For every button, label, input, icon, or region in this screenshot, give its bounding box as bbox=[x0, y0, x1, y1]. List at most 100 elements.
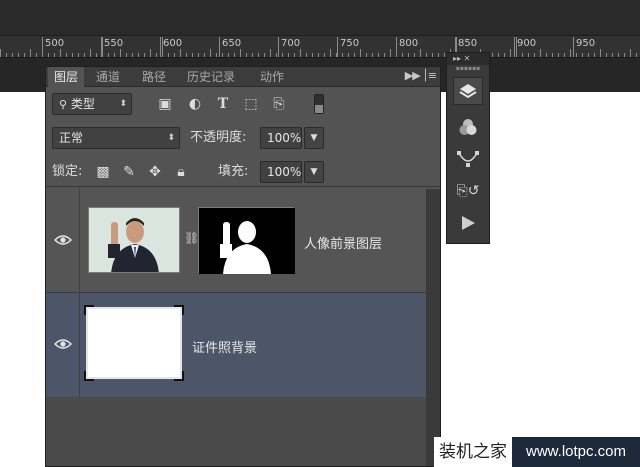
ruler-label: 750 bbox=[340, 38, 360, 49]
ruler-label: 950 bbox=[576, 38, 596, 49]
ruler-label: 550 bbox=[104, 38, 124, 49]
tab-actions[interactable]: 动作 bbox=[254, 67, 290, 87]
eye-icon[interactable] bbox=[54, 233, 72, 247]
chevron-updown-icon: ⬍ bbox=[119, 99, 127, 109]
lock-all-icon[interactable]: 🔒︎ bbox=[172, 163, 190, 181]
application-bar bbox=[0, 0, 640, 36]
ruler-label: 850 bbox=[458, 38, 478, 49]
ruler-tick bbox=[558, 53, 559, 57]
tab-paths[interactable]: 路径 bbox=[136, 67, 172, 87]
ruler-tick bbox=[384, 53, 385, 57]
ruler-tick bbox=[48, 53, 49, 57]
lock-transparent-pixels-icon[interactable]: ▩ bbox=[94, 163, 112, 181]
ruler-tick bbox=[198, 53, 199, 57]
opacity-input[interactable]: 100% bbox=[260, 127, 302, 149]
layer-mask-thumbnail[interactable] bbox=[198, 207, 295, 274]
ruler-tick bbox=[114, 53, 115, 57]
ruler-major-tick bbox=[514, 37, 515, 57]
ruler-tick bbox=[618, 53, 619, 57]
ruler-tick bbox=[222, 53, 223, 57]
ruler-tick bbox=[570, 49, 571, 57]
ruler-tick bbox=[282, 53, 283, 57]
ruler-tick bbox=[60, 49, 61, 57]
layers-panel: 图层 通道 路径 历史记录 动作 ▶▶ │≡ ⚲ 类型 ⬍ ▣ ◐ T ⬚ ⎘ … bbox=[45, 66, 441, 467]
lock-row: 锁定: ▩ ✎ ✥ 🔒︎ 填充: 100% ▼ bbox=[46, 157, 440, 187]
filter-toggle-switch[interactable] bbox=[314, 94, 324, 114]
ruler-major-tick bbox=[101, 37, 102, 57]
ruler-tick bbox=[270, 49, 271, 57]
ruler-tick bbox=[294, 53, 295, 57]
eye-icon[interactable] bbox=[54, 337, 72, 351]
ruler-major-tick bbox=[219, 37, 220, 57]
ruler-tick bbox=[204, 53, 205, 57]
ruler-tick bbox=[30, 49, 31, 57]
ruler-major-tick bbox=[337, 37, 338, 57]
filter-kind-select[interactable]: ⚲ 类型 ⬍ bbox=[52, 93, 132, 115]
watermark-url: www.lotpc.com bbox=[512, 437, 640, 467]
ruler-tick bbox=[150, 49, 151, 57]
ruler-tick bbox=[582, 53, 583, 57]
layer-name[interactable]: 人像前景图层 bbox=[304, 233, 382, 252]
ruler-label: 800 bbox=[399, 38, 419, 49]
layer-thumbnail[interactable] bbox=[84, 305, 184, 381]
lock-position-icon[interactable]: ✥ bbox=[146, 163, 164, 181]
layer-thumbnail[interactable] bbox=[88, 207, 180, 273]
layers-panel-icon[interactable] bbox=[453, 77, 483, 105]
pixel-layer-filter-icon[interactable]: ▣ bbox=[156, 95, 174, 113]
ruler-tick bbox=[330, 49, 331, 57]
ruler-tick bbox=[600, 49, 601, 57]
ruler-tick bbox=[120, 49, 121, 57]
ruler-tick bbox=[54, 53, 55, 57]
history-panel-icon[interactable]: ⎘↺ bbox=[453, 177, 483, 205]
ruler-tick bbox=[636, 53, 637, 57]
ruler-tick bbox=[522, 53, 523, 57]
ruler-tick bbox=[144, 53, 145, 57]
ruler-tick bbox=[234, 53, 235, 57]
paths-panel-icon[interactable] bbox=[453, 145, 483, 173]
layer-row[interactable]: ⛓ 人像前景图层 bbox=[46, 189, 426, 293]
ruler-tick bbox=[438, 53, 439, 57]
watermark-brand: 装机之家 bbox=[434, 437, 512, 467]
chevron-updown-icon: ⬍ bbox=[167, 133, 175, 143]
ruler-tick bbox=[630, 49, 631, 57]
layers-list: ⛓ 人像前景图层 证件照背景 bbox=[46, 189, 440, 466]
lock-image-pixels-icon[interactable]: ✎ bbox=[120, 163, 138, 181]
ruler-tick bbox=[492, 53, 493, 57]
ruler-tick bbox=[498, 53, 499, 57]
filter-kind-value: 类型 bbox=[70, 97, 95, 111]
tab-history[interactable]: 历史记录 bbox=[181, 67, 241, 87]
dock-grip[interactable]: ▪▪▪▪▪▪ bbox=[447, 65, 489, 73]
smart-object-filter-icon[interactable]: ⎘ bbox=[270, 95, 288, 113]
channels-panel-icon[interactable] bbox=[453, 113, 483, 141]
opacity-dropdown-button[interactable]: ▼ bbox=[304, 127, 324, 149]
ruler-major-tick bbox=[278, 37, 279, 57]
ruler-tick bbox=[168, 53, 169, 57]
ruler-tick bbox=[366, 53, 367, 57]
dock-header[interactable]: ▸▸ ✕ bbox=[447, 53, 489, 65]
actions-panel-icon[interactable] bbox=[453, 209, 483, 237]
layer-name[interactable]: 证件照背景 bbox=[192, 337, 257, 356]
ruler-label: 900 bbox=[517, 38, 537, 49]
blend-mode-select[interactable]: 正常 ⬍ bbox=[52, 127, 180, 149]
ruler-tick bbox=[546, 53, 547, 57]
fill-input[interactable]: 100% bbox=[260, 161, 302, 183]
ruler-tick bbox=[72, 53, 73, 57]
adjustment-layer-filter-icon[interactable]: ◐ bbox=[186, 95, 204, 113]
layers-scrollbar[interactable] bbox=[426, 189, 440, 466]
ruler-tick bbox=[246, 53, 247, 57]
ruler-tick bbox=[108, 53, 109, 57]
ruler-tick bbox=[24, 53, 25, 57]
fill-dropdown-button[interactable]: ▼ bbox=[304, 161, 324, 183]
type-layer-filter-icon[interactable]: T bbox=[214, 95, 232, 113]
tab-layers[interactable]: 图层 bbox=[48, 67, 85, 87]
ruler-tick bbox=[264, 53, 265, 57]
link-icon[interactable]: ⛓ bbox=[184, 231, 199, 247]
shape-layer-filter-icon[interactable]: ⬚ bbox=[242, 95, 260, 113]
ruler-tick bbox=[432, 53, 433, 57]
ruler-tick bbox=[354, 53, 355, 57]
panel-menu-button[interactable]: ▶▶ │≡ bbox=[405, 69, 437, 82]
ruler-tick bbox=[174, 53, 175, 57]
layer-row-selected[interactable]: 证件照背景 bbox=[46, 293, 426, 397]
tab-channels[interactable]: 通道 bbox=[90, 67, 126, 87]
ruler-tick bbox=[12, 53, 13, 57]
